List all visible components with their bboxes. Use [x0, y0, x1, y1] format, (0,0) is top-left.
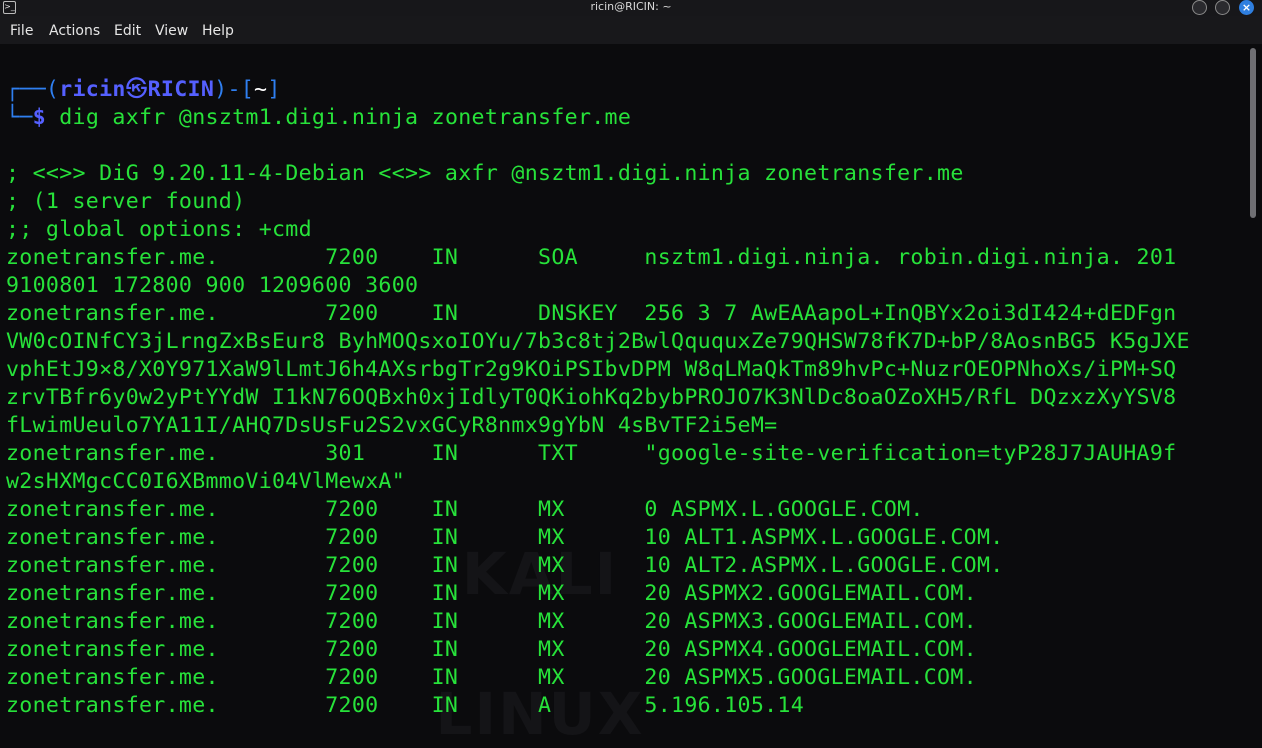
- window-title: ricin@RICIN: ~: [590, 0, 672, 13]
- menu-help[interactable]: Help: [202, 23, 234, 39]
- output-line: zonetransfer.me. 7200 IN MX 20 ASPMX4.GO…: [6, 637, 977, 662]
- output-line: zonetransfer.me. 301 IN TXT "google-site…: [6, 441, 1177, 466]
- scrollbar-thumb[interactable]: [1250, 48, 1256, 218]
- menu-edit[interactable]: Edit: [114, 23, 141, 39]
- prompt-corner: └─: [6, 105, 33, 130]
- output-line: w2sHXMgcCC0I6XBmmoVi04VlMewxA": [6, 469, 406, 494]
- prompt-dollar: $: [32, 105, 46, 130]
- prompt-line: ┌──(ricin㉿RICIN)-[~]: [6, 76, 281, 104]
- output-line: ; <<>> DiG 9.20.11-4-Debian <<>> axfr @n…: [6, 161, 964, 186]
- output-line: ; (1 server found): [6, 189, 246, 214]
- prompt-frame-open: ┌──(: [6, 77, 60, 102]
- prompt-frame-mid: )-[: [214, 77, 255, 102]
- menu-actions[interactable]: Actions: [49, 23, 100, 39]
- output-line: zonetransfer.me. 7200 IN MX 0 ASPMX.L.GO…: [6, 497, 924, 522]
- title-bar: >_ ricin@RICIN: ~ ×: [0, 0, 1262, 16]
- prompt-host: RICIN: [147, 77, 215, 102]
- command-text: dig axfr @nsztm1.digi.ninja zonetransfer…: [45, 105, 632, 130]
- close-button[interactable]: ×: [1239, 0, 1254, 15]
- output-line: zonetransfer.me. 7200 IN MX 20 ASPMX2.GO…: [6, 581, 977, 606]
- output-line: zonetransfer.me. 7200 IN DNSKEY 256 3 7 …: [6, 301, 1177, 326]
- output-line: vphEtJ9×8/X0Y971XaW9lLmtJ6h4AXsrbgTr2g9K…: [6, 357, 1177, 382]
- maximize-button[interactable]: [1215, 0, 1230, 15]
- output-line: ;; global options: +cmd: [6, 217, 312, 242]
- output-line: zonetransfer.me. 7200 IN MX 10 ALT1.ASPM…: [6, 525, 1004, 550]
- prompt-frame-close: ]: [267, 77, 281, 102]
- prompt-at-symbol: ㉿: [125, 77, 148, 102]
- minimize-button[interactable]: [1192, 0, 1207, 15]
- prompt-cwd: ~: [254, 77, 268, 102]
- menu-bar: File Actions Edit View Help: [0, 16, 1262, 44]
- output-line: zonetransfer.me. 7200 IN SOA nsztm1.digi…: [6, 245, 1177, 270]
- output-line: zonetransfer.me. 7200 IN MX 10 ALT2.ASPM…: [6, 553, 1004, 578]
- output-line: zonetransfer.me. 7200 IN MX 20 ASPMX3.GO…: [6, 609, 977, 634]
- output-line: 9100801 172800 900 1209600 3600: [6, 273, 419, 298]
- output-line: zrvTBfr6y0w2yPtYYdW I1kN76OQBxh0xjIdlyT0…: [6, 385, 1177, 410]
- output-line: fLwimUeulo7YA11I/AHQ7DsUsFu2S2vxGCyR8nmx…: [6, 413, 778, 438]
- menu-view[interactable]: View: [155, 23, 188, 39]
- menu-file[interactable]: File: [10, 23, 33, 39]
- output-line: zonetransfer.me. 7200 IN A 5.196.105.14: [6, 693, 805, 718]
- output-line: VW0cOINfCY3jLrngZxBsEur8 ByhMOQsxoIOYu/7…: [6, 329, 1190, 354]
- command-line: └─$ dig axfr @nsztm1.digi.ninja zonetran…: [6, 104, 631, 132]
- terminal-pane[interactable]: KALI LINUX ┌──(ricin㉿RICIN)-[~] └─$ dig …: [0, 44, 1246, 748]
- prompt-user: ricin: [59, 77, 126, 102]
- output-line: zonetransfer.me. 7200 IN MX 20 ASPMX5.GO…: [6, 665, 977, 690]
- vertical-scrollbar[interactable]: [1246, 44, 1262, 748]
